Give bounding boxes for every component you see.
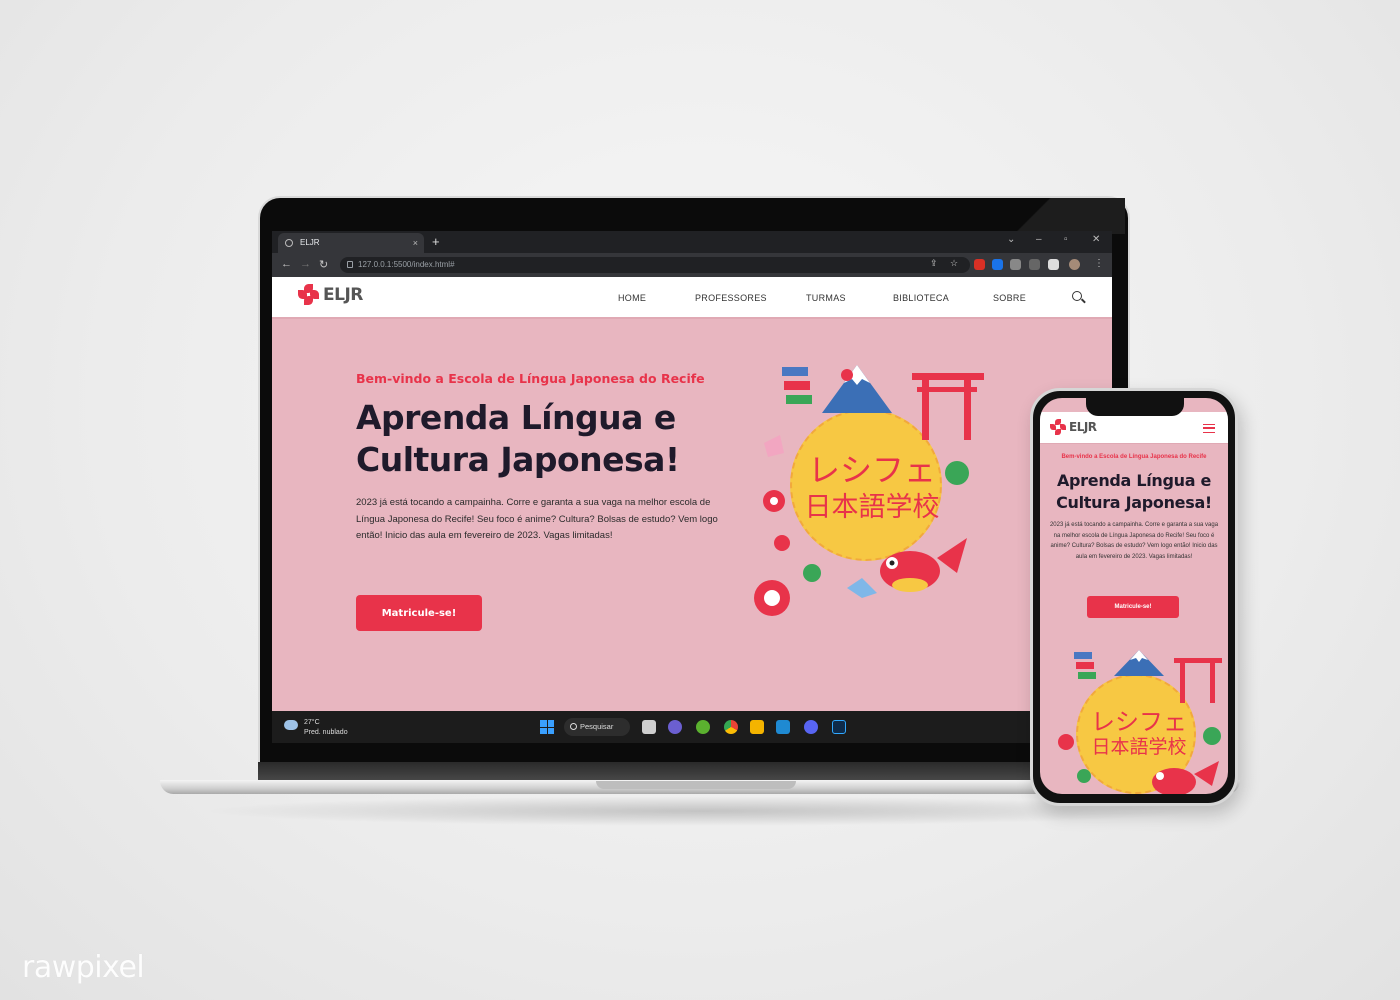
extension-icon[interactable] [992, 259, 1003, 270]
weather-widget[interactable]: 27°C Pred. nublado [304, 718, 348, 738]
sakura-logo-icon [1050, 419, 1066, 435]
mobile-navbar: ELJR [1040, 412, 1228, 444]
tab-close-icon[interactable]: × [413, 233, 418, 253]
nav-sobre[interactable]: SOBRE [993, 293, 1026, 303]
phone-screen: ELJR Bem-vindo a Escola de Língua Japone… [1040, 398, 1228, 794]
photoshop-icon[interactable] [832, 720, 846, 734]
file-explorer-icon[interactable] [750, 720, 764, 734]
close-window-button[interactable]: ✕ [1092, 234, 1100, 245]
reading-list-icon[interactable] [1029, 259, 1040, 270]
task-view-icon[interactable] [642, 720, 656, 734]
forward-icon[interactable]: → [300, 258, 311, 270]
menu-dots-icon[interactable]: ⋮ [1094, 258, 1104, 269]
mobile-hero-title: Aprenda Língua e Cultura Japonesa! [1056, 471, 1212, 512]
weather-description: Pred. nublado [304, 729, 348, 736]
browser-toolbar: ← → ↻ 127.0.0.1:5500/index.html# ⇪ ☆ ⋮ [272, 253, 1112, 277]
extension-icon[interactable] [974, 259, 985, 270]
utorrent-icon[interactable] [696, 720, 710, 734]
discord-icon[interactable] [804, 720, 818, 734]
maximize-button[interactable]: ▫ [1064, 234, 1068, 245]
mobile-site-logo[interactable]: ELJR [1050, 419, 1097, 435]
sakura-logo-icon [298, 284, 320, 306]
nav-turmas[interactable]: TURMAS [806, 293, 846, 303]
nav-home[interactable]: HOME [618, 293, 646, 303]
site-info-icon[interactable] [347, 261, 353, 268]
minimize-button[interactable]: – [1036, 234, 1042, 245]
tab-search-icon[interactable]: ⌄ [1007, 234, 1015, 245]
globe-icon [285, 239, 293, 247]
logo-text: ELJR [1069, 420, 1097, 434]
teams-icon[interactable] [668, 720, 682, 734]
search-icon[interactable] [1072, 291, 1082, 301]
watermark: rawpixel [22, 950, 145, 985]
hero-kicker: Bem-vindo a Escola de Língua Japonesa do… [356, 371, 705, 386]
bookmark-star-icon[interactable]: ☆ [950, 258, 958, 269]
illustration-kanji: 日本語学校 [804, 492, 940, 523]
site-navbar: ELJR HOME PROFESSORES TURMAS BIBLIOTECA … [272, 277, 1112, 319]
enroll-button[interactable]: Matricule-se! [356, 595, 482, 631]
logo-text: ELJR [323, 285, 363, 305]
japan-illustration: レシフェ 日本語学校 [752, 353, 992, 625]
back-icon[interactable]: ← [281, 258, 292, 270]
weather-temperature: 27°C [304, 719, 320, 726]
illustration-kanji: 日本語学校 [1091, 736, 1187, 758]
new-tab-button[interactable]: + [432, 234, 440, 249]
hero-title: Aprenda Língua e Cultura Japonesa! [356, 398, 680, 479]
mobile-enroll-button[interactable]: Matricule-se! [1087, 596, 1179, 618]
phone-notch [1086, 398, 1184, 416]
weather-cloud-icon [282, 716, 298, 730]
address-bar[interactable]: 127.0.0.1:5500/index.html# [340, 257, 970, 273]
share-icon[interactable]: ⇪ [930, 258, 938, 269]
laptop-hinge [258, 762, 1130, 782]
taskbar-search[interactable]: Pesquisar [564, 718, 630, 736]
browser-tab[interactable]: ELJR × [278, 233, 424, 253]
tab-title: ELJR [300, 238, 320, 247]
mobile-japan-illustration: レシフェ 日本語学校 [1054, 646, 1224, 794]
laptop-notch [596, 781, 796, 789]
vscode-icon[interactable] [776, 720, 790, 734]
hero-text: 2023 já está tocando a campainha. Corre … [356, 497, 718, 541]
reload-icon[interactable]: ↻ [319, 258, 328, 271]
hamburger-menu-icon[interactable] [1203, 424, 1215, 433]
chrome-icon[interactable] [724, 720, 738, 734]
browser-tabbar: ELJR × + ⌄ – ▫ ✕ [272, 231, 1112, 253]
profile-avatar[interactable] [1069, 259, 1080, 270]
windows-taskbar: 27°C Pred. nublado Pesquisar [272, 711, 1112, 743]
nav-professores[interactable]: PROFESSORES [695, 293, 767, 303]
laptop-screen: ELJR × + ⌄ – ▫ ✕ ← → ↻ 127.0.0.1:5500/in… [272, 231, 1112, 743]
mobile-hero-text: 2023 já está tocando a campainha. Corre … [1049, 522, 1219, 560]
windows-start-icon[interactable] [540, 720, 554, 734]
url-text: 127.0.0.1:5500/index.html# [358, 260, 455, 269]
extensions-puzzle-icon[interactable] [1010, 259, 1021, 270]
laptop-glare [975, 198, 1125, 234]
mobile-hero-kicker: Bem-vindo a Escola de Língua Japonesa do… [1061, 454, 1207, 460]
site-logo[interactable]: ELJR [298, 284, 363, 306]
side-panel-icon[interactable] [1048, 259, 1059, 270]
nav-biblioteca[interactable]: BIBLIOTECA [893, 293, 949, 303]
